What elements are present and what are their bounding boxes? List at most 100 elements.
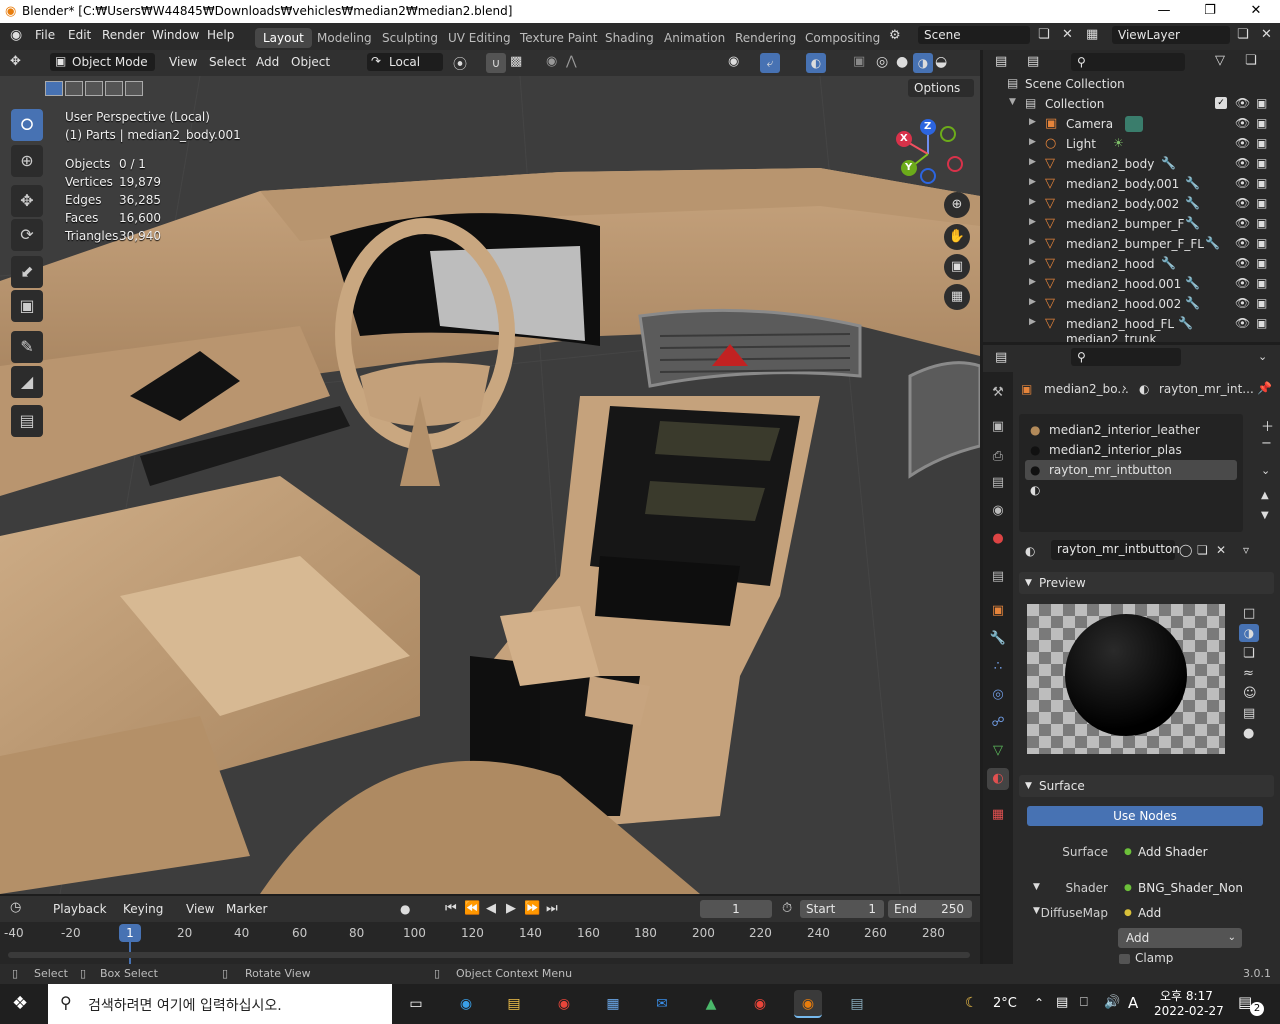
pan-hand-icon[interactable]: ✋ xyxy=(944,224,970,250)
menu-file[interactable]: File xyxy=(35,28,55,42)
outliner-item-median2-hood-fl[interactable]: ▶ ▽ median2_hood_FL 🔧 👁 ▣ xyxy=(983,314,1280,334)
properties-search-input[interactable]: ⚲ xyxy=(1071,348,1181,366)
outliner-search-input[interactable]: ⚲ xyxy=(1071,53,1185,71)
microsoft-store-icon[interactable]: ▦ xyxy=(599,990,627,1018)
diffusemap-field[interactable]: ● Add xyxy=(1118,903,1242,923)
pivot-point-icon[interactable]: ⦿ xyxy=(453,54,467,74)
blender-taskbar-icon[interactable]: ◉ xyxy=(794,990,822,1018)
outliner-item-camera[interactable]: ▶ ▣ Camera 👁 ▣ xyxy=(983,114,1280,134)
snap-icon[interactable]: ∪ xyxy=(486,53,506,73)
blend-mode-dropdown[interactable]: Add ⌄ xyxy=(1118,928,1242,948)
zoom-icon[interactable]: ⊕ xyxy=(944,192,970,218)
viewport-menu-view[interactable]: View xyxy=(169,55,197,69)
expand-arrow-icon[interactable]: ▶ xyxy=(1029,277,1036,287)
view-layer-icon[interactable]: ▦ xyxy=(1086,27,1098,42)
clock-time[interactable]: 오후 8:17 xyxy=(1160,987,1213,1004)
select-invert-mode-icon[interactable] xyxy=(105,81,123,96)
cursor-tool-icon[interactable]: ⊕ xyxy=(11,145,43,177)
viewport-menu-select[interactable]: Select xyxy=(209,55,246,69)
visibility-icon[interactable]: ◉ xyxy=(728,54,739,69)
render-camera-icon[interactable]: ▣ xyxy=(1256,156,1267,170)
outliner-item-median2-trunk[interactable]: median2_trunk xyxy=(983,334,1280,342)
eye-icon[interactable]: 👁 xyxy=(1235,316,1250,330)
modifier-tab-icon[interactable]: 🔧 xyxy=(987,628,1009,650)
collection-tab-icon[interactable]: ▤ xyxy=(987,566,1009,588)
link-type-icon[interactable]: ▿ xyxy=(1243,543,1249,557)
outliner-item-median2-body[interactable]: ▶ ▽ median2_body 🔧 👁 ▣ xyxy=(983,154,1280,174)
camera-view-icon[interactable]: ▣ xyxy=(944,254,970,280)
options-dropdown[interactable]: Options xyxy=(908,79,974,97)
select-extend-mode-icon[interactable] xyxy=(65,81,83,96)
app-icon[interactable]: ▲ xyxy=(697,990,725,1018)
snap-target-icon[interactable]: ▩ xyxy=(510,54,522,69)
scene-icon[interactable]: ⚙ xyxy=(889,28,901,43)
render-camera-icon[interactable]: ▣ xyxy=(1256,116,1267,130)
tray-chevron-icon[interactable]: ⌃ xyxy=(1034,996,1044,1010)
eye-icon[interactable]: 👁 xyxy=(1235,136,1250,150)
annotate-tool-icon[interactable]: ✎ xyxy=(11,331,43,363)
duplicate-material-icon[interactable]: ❏ xyxy=(1197,543,1208,557)
render-camera-icon[interactable]: ▣ xyxy=(1256,216,1267,230)
object-tab-icon[interactable]: ▣ xyxy=(987,600,1009,622)
expand-arrow-icon[interactable]: ▶ xyxy=(1029,317,1036,327)
preview-hair-icon[interactable]: ≈ xyxy=(1243,666,1254,681)
expand-arrow-icon[interactable]: ▶ xyxy=(1029,257,1036,267)
blender-menu-icon[interactable]: ◉ xyxy=(10,27,22,43)
3d-viewport[interactable]: User Perspective (Local) (1) Parts | med… xyxy=(0,76,980,894)
eye-icon[interactable]: 👁 xyxy=(1235,276,1250,290)
menu-edit[interactable]: Edit xyxy=(68,28,91,42)
preview-flat-icon[interactable]: □ xyxy=(1243,606,1255,621)
tool-tab-icon[interactable]: ⚒ xyxy=(987,382,1009,404)
chrome-icon-2[interactable]: ◉ xyxy=(746,990,774,1018)
eye-icon[interactable]: 👁 xyxy=(1235,96,1250,110)
expand-arrow-icon[interactable]: ▶ xyxy=(1029,297,1036,307)
weather-moon-icon[interactable]: ☾ xyxy=(965,995,978,1011)
surface-shader-field[interactable]: ● Add Shader xyxy=(1118,842,1242,862)
expand-arrow-icon[interactable]: ▶ xyxy=(1029,197,1036,207)
unlink-material-icon[interactable]: ✕ xyxy=(1216,543,1226,557)
timeline-scrollbar[interactable] xyxy=(8,952,970,958)
material-tab-icon[interactable]: ◐ xyxy=(987,768,1009,790)
preview-sphere-icon[interactable]: ◑ xyxy=(1239,624,1259,642)
data-tab-icon[interactable]: ▽ xyxy=(987,740,1009,762)
camera-data-icon[interactable] xyxy=(1125,116,1143,132)
render-camera-icon[interactable]: ▣ xyxy=(1256,316,1267,330)
clock-date[interactable]: 2022-02-27 xyxy=(1154,1004,1224,1018)
end-frame-field[interactable]: End 250 xyxy=(888,900,972,918)
close-button[interactable]: ✕ xyxy=(1233,0,1279,23)
play-icon[interactable]: ▶ xyxy=(506,901,516,916)
select-intersect-mode-icon[interactable] xyxy=(125,81,143,96)
outliner-item-median2-bumper-f[interactable]: ▶ ▽ median2_bumper_F 🔧 👁 ▣ xyxy=(983,214,1280,234)
solid-shading-icon[interactable]: ● xyxy=(896,54,908,70)
taskbar-search-box[interactable]: ⚲ 검색하려면 여기에 입력하십시오. xyxy=(48,984,392,1024)
timeline-ruler[interactable]: -40 -20 1 20 40 60 80 100 120 140 160 18… xyxy=(0,922,980,964)
preview-cube-icon[interactable]: ❏ xyxy=(1243,646,1255,661)
eye-icon[interactable]: 👁 xyxy=(1235,116,1250,130)
preview-monkey-icon[interactable]: ☺ xyxy=(1243,686,1257,701)
timeline-menu-playback[interactable]: Playback xyxy=(53,902,107,916)
menu-render[interactable]: Render xyxy=(102,28,145,42)
scene-selector[interactable]: Scene xyxy=(918,26,1030,44)
file-explorer-icon[interactable]: ▤ xyxy=(500,990,528,1018)
start-frame-field[interactable]: Start 1 xyxy=(800,900,884,918)
menu-help[interactable]: Help xyxy=(207,28,234,42)
slot-item-interior-plas[interactable]: ● median2_interior_plas xyxy=(1025,440,1237,460)
delete-view-layer-icon[interactable]: ✕ xyxy=(1261,27,1272,42)
render-camera-icon[interactable]: ▣ xyxy=(1256,196,1267,210)
timeline-menu-marker[interactable]: Marker xyxy=(226,902,267,916)
expand-arrow-icon[interactable]: ▶ xyxy=(1029,137,1036,147)
filter-icon[interactable]: ▽ xyxy=(1215,53,1225,68)
wireframe-shading-icon[interactable]: ◎ xyxy=(876,54,888,70)
tab-sculpting[interactable]: Sculpting xyxy=(382,31,438,45)
outliner-item-median2-hood-001[interactable]: ▶ ▽ median2_hood.001 🔧 👁 ▣ xyxy=(983,274,1280,294)
material-browse-icon[interactable]: ◐ xyxy=(1025,544,1035,558)
jump-keyframe-back-icon[interactable]: ⏪ xyxy=(464,901,480,916)
tab-shading[interactable]: Shading xyxy=(605,31,654,45)
minimize-button[interactable]: — xyxy=(1141,0,1187,23)
mail-icon[interactable]: ✉ xyxy=(648,990,676,1018)
view-layer-selector[interactable]: ViewLayer xyxy=(1112,26,1230,44)
outliner-item-median2-hood-002[interactable]: ▶ ▽ median2_hood.002 🔧 👁 ▣ xyxy=(983,294,1280,314)
new-view-layer-icon[interactable]: ❏ xyxy=(1237,27,1249,42)
particles-tab-icon[interactable]: ∴ xyxy=(987,656,1009,678)
tab-modeling[interactable]: Modeling xyxy=(317,31,372,45)
